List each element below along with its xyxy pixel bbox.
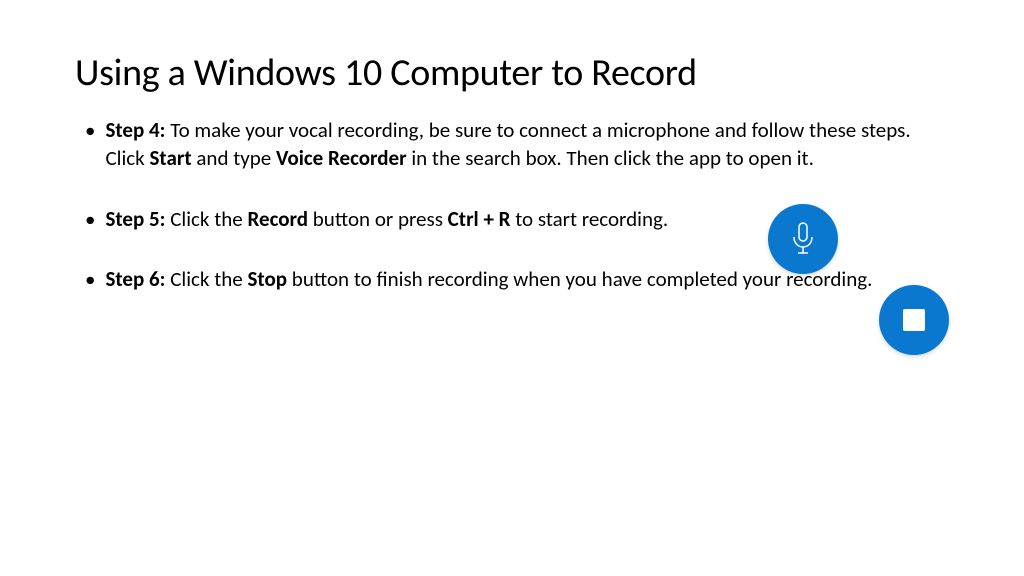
step-4-text-b: and type [192,145,276,171]
step-4-label: Step 4: [105,117,165,143]
record-button-graphic [768,204,838,274]
step-6-stop-bold: Stop [247,266,287,292]
step-5-text-b: button or press [308,206,448,232]
bullet-marker: • [85,205,95,233]
step-5-ctrlr-bold: Ctrl + R [448,206,511,232]
step-4-item: • Step 4: To make your vocal recording, … [75,116,949,173]
step-4-text-c: in the search box. Then click the app to… [407,145,814,171]
slide-content: Using a Windows 10 Computer to Record • … [0,0,1024,365]
microphone-icon [791,222,815,256]
step-4-text: Step 4: To make your vocal recording, be… [105,116,949,173]
step-4-voicerecorder-bold: Voice Recorder [276,145,407,171]
step-6-label: Step 6: [105,266,165,292]
bullet-marker: • [85,116,95,173]
step-4-start-bold: Start [149,145,191,171]
stop-button-graphic [879,285,949,355]
step-5-text-c: to start recording. [510,206,668,232]
slide-title: Using a Windows 10 Computer to Record [75,50,949,96]
step-5-label: Step 5: [105,206,165,232]
step-6-text-b: button to finish recording when you have… [287,266,872,292]
step-6-text: Step 6: Click the Stop button to finish … [105,265,949,293]
step-5-record-bold: Record [247,206,308,232]
stop-icon [903,309,925,331]
step-5-text-a: Click the [165,206,247,232]
bullet-marker: • [85,265,95,293]
step-6-text-a: Click the [165,266,247,292]
